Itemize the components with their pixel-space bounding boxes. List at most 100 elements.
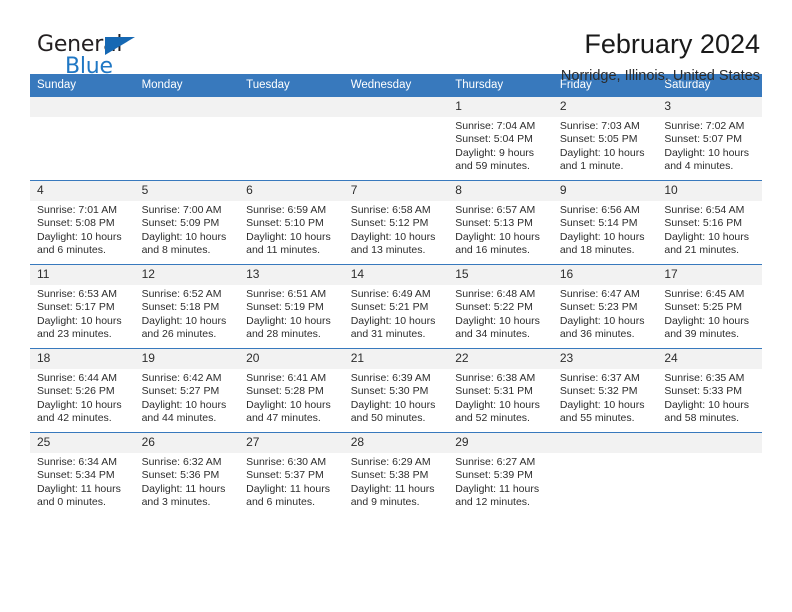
general-blue-logo[interactable]: General Blue [37,32,157,79]
day-number: 17 [657,265,762,285]
daylight-text-line2: and 58 minutes. [664,412,740,425]
daylight-text-line1: Daylight: 11 hours [37,482,121,495]
day-details: Sunrise: 6:41 AM Sunset: 5:28 PM Daylight:… [239,369,344,426]
calendar-day-cell[interactable]: 22 Sunrise: 6:38 AM Sunset: 5:31 PM Dayligh… [448,348,553,433]
day-details: Sunrise: 6:52 AM Sunset: 5:18 PM Daylight:… [135,285,240,342]
sunset-text: Sunset: 5:10 PM [246,217,324,230]
calendar-day-cell[interactable]: 8 Sunrise: 6:57 AM Sunset: 5:13 PM Daylight… [448,180,553,265]
daylight-text-line1: Daylight: 10 hours [141,230,227,243]
day-details: Sunrise: 6:53 AM Sunset: 5:17 PM Daylight:… [30,285,135,342]
day-details: Sunrise: 6:35 AM Sunset: 5:33 PM Daylight:… [657,369,762,426]
day-number: 22 [448,349,553,369]
calendar-day-cell[interactable]: 24 Sunrise: 6:35 AM Sunset: 5:33 PM Dayligh… [657,348,762,433]
day-details: Sunrise: 7:00 AM Sunset: 5:09 PM Daylight:… [135,201,240,258]
title-block: February 2024 Norridge, Illinois, United… [561,28,760,86]
calendar-day-cell[interactable]: 13 Sunrise: 6:51 AM Sunset: 5:19 PM Dayligh… [239,264,344,349]
daylight-text-line1: Daylight: 10 hours [246,314,331,327]
day-details: Sunrise: 7:04 AM Sunset: 5:04 PM Daylight:… [448,117,553,174]
daylight-text-line1: Daylight: 10 hours [141,314,227,327]
calendar-day-cell[interactable]: 4 Sunrise: 7:01 AM Sunset: 5:08 PM Daylight… [30,180,135,265]
calendar-day-cell[interactable]: 23 Sunrise: 6:37 AM Sunset: 5:32 PM Dayligh… [552,348,658,433]
calendar-day-cell[interactable]: 10 Sunrise: 6:54 AM Sunset: 5:16 PM Dayligh… [657,180,762,265]
daylight-text-line2: and 50 minutes. [350,412,426,425]
sunset-text: Sunset: 5:32 PM [559,385,638,398]
day-details: Sunrise: 6:37 AM Sunset: 5:32 PM Daylight:… [553,369,658,426]
daylight-text-line1: Daylight: 10 hours [141,398,227,411]
calendar-day-cell[interactable]: 21 Sunrise: 6:39 AM Sunset: 5:30 PM Dayligh… [343,348,449,433]
daylight-text-line1: Daylight: 10 hours [246,398,331,411]
day-details: Sunrise: 6:51 AM Sunset: 5:19 PM Daylight:… [239,285,344,342]
calendar-week-row: 18 Sunrise: 6:44 AM Sunset: 5:26 PM Dayligh… [30,348,762,433]
calendar-day-cell[interactable]: 6 Sunrise: 6:59 AM Sunset: 5:10 PM Daylight… [239,180,344,265]
day-number: 26 [134,433,240,453]
daylight-text-line1: Daylight: 10 hours [664,230,750,243]
daylight-text-line1: Daylight: 11 hours [455,482,540,495]
calendar-day-cell[interactable]: 28 Sunrise: 6:29 AM Sunset: 5:38 PM Dayligh… [343,432,449,516]
daylight-text-line2: and 16 minutes. [455,244,530,257]
sunrise-text: Sunrise: 6:54 AM [664,204,745,216]
day-details: Sunrise: 6:45 AM Sunset: 5:25 PM Daylight:… [657,285,762,342]
sunset-text: Sunset: 5:37 PM [246,469,324,482]
sunrise-text: Sunrise: 6:27 AM [455,456,536,468]
calendar-day-cell[interactable]: 9 Sunrise: 6:56 AM Sunset: 5:14 PM Daylight… [552,180,658,265]
calendar-day-cell[interactable]: 3 Sunrise: 7:02 AM Sunset: 5:07 PM Daylight… [657,96,762,181]
daylight-text-line1: Daylight: 10 hours [559,230,645,243]
daylight-text-line2: and 1 minute. [559,160,624,173]
day-number [343,97,449,117]
calendar-day-cell[interactable]: 29 Sunrise: 6:27 AM Sunset: 5:39 PM Dayligh… [448,432,553,516]
daylight-text-line2: and 36 minutes. [559,328,635,341]
calendar-day-cell[interactable]: 14 Sunrise: 6:49 AM Sunset: 5:21 PM Dayligh… [343,264,449,349]
sunset-text: Sunset: 5:08 PM [37,217,115,230]
calendar-body: 1 Sunrise: 7:04 AM Sunset: 5:04 PM Daylight… [30,96,762,516]
day-details: Sunrise: 6:27 AM Sunset: 5:39 PM Daylight:… [448,453,553,510]
calendar-day-cell[interactable]: 2 Sunrise: 7:03 AM Sunset: 5:05 PM Daylight… [552,96,658,181]
calendar-day-cell[interactable]: 17 Sunrise: 6:45 AM Sunset: 5:25 PM Dayligh… [657,264,762,349]
sunset-text: Sunset: 5:16 PM [664,217,743,230]
calendar-day-cell[interactable]: 26 Sunrise: 6:32 AM Sunset: 5:36 PM Dayligh… [134,432,240,516]
sunset-text: Sunset: 5:21 PM [350,301,429,314]
sunrise-text: Sunrise: 6:52 AM [141,288,222,300]
day-details: Sunrise: 6:39 AM Sunset: 5:30 PM Daylight:… [344,369,449,426]
day-number: 25 [30,433,135,453]
sunset-text: Sunset: 5:27 PM [141,385,220,398]
daylight-text-line2: and 31 minutes. [350,328,426,341]
logo-triangle-icon [105,37,135,55]
calendar-day-cell[interactable]: 11 Sunrise: 6:53 AM Sunset: 5:17 PM Dayligh… [30,264,135,349]
sunset-text: Sunset: 5:12 PM [350,217,429,230]
daylight-text-line1: Daylight: 10 hours [350,314,436,327]
daylight-text-line1: Daylight: 10 hours [559,146,645,159]
daylight-text-line2: and 26 minutes. [141,328,217,341]
day-details: Sunrise: 7:02 AM Sunset: 5:07 PM Daylight:… [657,117,762,174]
daylight-text-line2: and 6 minutes. [37,244,106,257]
sunrise-text: Sunrise: 6:53 AM [37,288,117,300]
sunset-text: Sunset: 5:19 PM [246,301,324,314]
calendar-day-cell[interactable]: 19 Sunrise: 6:42 AM Sunset: 5:27 PM Dayligh… [134,348,240,433]
sunrise-text: Sunrise: 6:47 AM [559,288,640,300]
calendar-day-cell[interactable]: 27 Sunrise: 6:30 AM Sunset: 5:37 PM Dayligh… [239,432,344,516]
daylight-text-line2: and 23 minutes. [37,328,112,341]
day-number: 4 [30,181,135,201]
page-header: General Blue February 2024 Norridge, Ill… [30,0,762,84]
calendar-day-cell[interactable]: 5 Sunrise: 7:00 AM Sunset: 5:09 PM Daylight… [134,180,240,265]
day-details: Sunrise: 6:54 AM Sunset: 5:16 PM Daylight:… [657,201,762,258]
sunset-text: Sunset: 5:23 PM [559,301,638,314]
calendar-empty-cell [30,96,135,181]
daylight-text-line1: Daylight: 11 hours [246,482,330,495]
day-number: 6 [239,181,344,201]
calendar-day-cell[interactable]: 1 Sunrise: 7:04 AM Sunset: 5:04 PM Daylight… [448,96,553,181]
sunrise-text: Sunrise: 6:34 AM [37,456,117,468]
daylight-text-line2: and 42 minutes. [37,412,112,425]
calendar-day-cell[interactable]: 15 Sunrise: 6:48 AM Sunset: 5:22 PM Dayligh… [448,264,553,349]
day-details: Sunrise: 6:44 AM Sunset: 5:26 PM Daylight:… [30,369,135,426]
weekday-header-thursday: Thursday [448,74,553,97]
calendar-day-cell[interactable]: 20 Sunrise: 6:41 AM Sunset: 5:28 PM Dayligh… [239,348,344,433]
sunset-text: Sunset: 5:38 PM [350,469,429,482]
calendar-day-cell[interactable]: 25 Sunrise: 6:34 AM Sunset: 5:34 PM Dayligh… [30,432,135,516]
calendar-day-cell[interactable]: 16 Sunrise: 6:47 AM Sunset: 5:23 PM Dayligh… [552,264,658,349]
sunrise-text: Sunrise: 6:57 AM [455,204,536,216]
calendar-day-cell[interactable]: 12 Sunrise: 6:52 AM Sunset: 5:18 PM Dayligh… [134,264,240,349]
day-number: 7 [343,181,449,201]
calendar-day-cell[interactable]: 7 Sunrise: 6:58 AM Sunset: 5:12 PM Daylight… [343,180,449,265]
day-number: 12 [134,265,240,285]
calendar-day-cell[interactable]: 18 Sunrise: 6:44 AM Sunset: 5:26 PM Dayligh… [30,348,135,433]
